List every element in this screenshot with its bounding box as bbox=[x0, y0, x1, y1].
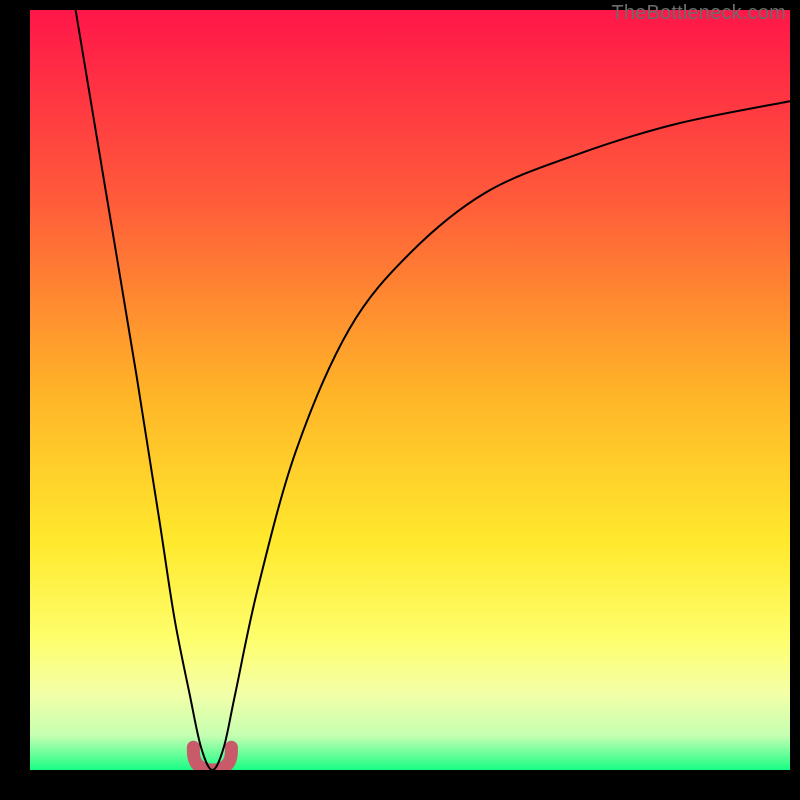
watermark-text: TheBottleneck.com bbox=[611, 2, 786, 25]
chart-svg bbox=[30, 10, 790, 770]
chart-plot-area bbox=[30, 10, 790, 770]
chart-frame: TheBottleneck.com bbox=[0, 0, 800, 800]
